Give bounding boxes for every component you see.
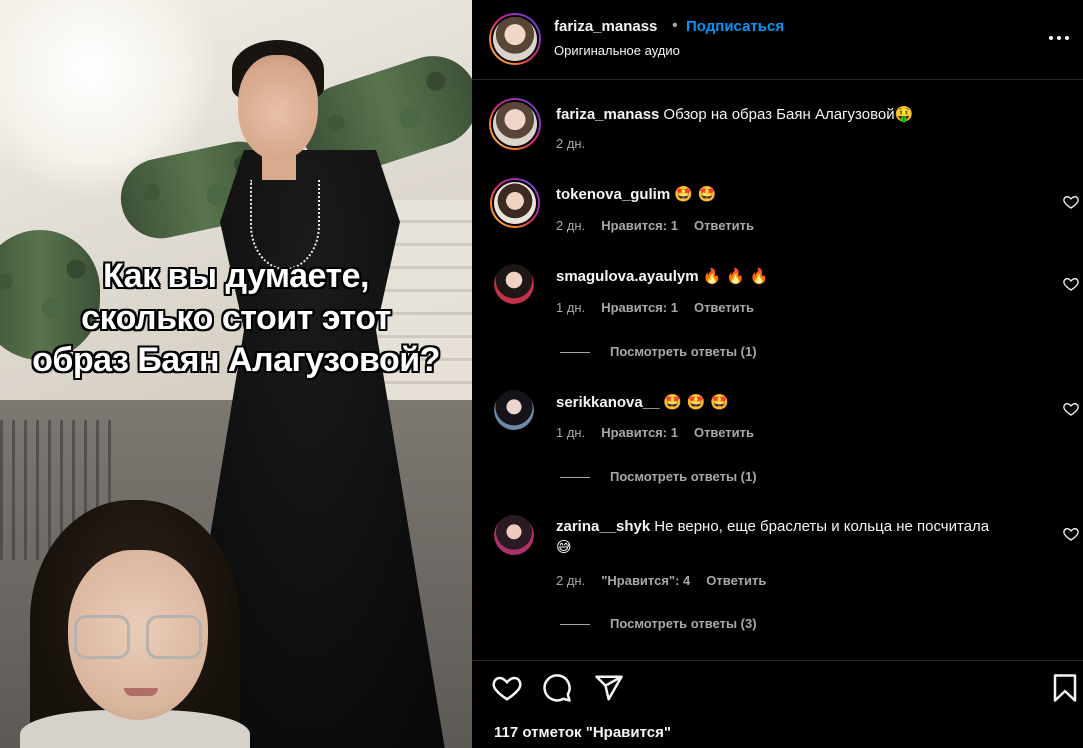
post-media[interactable]: Как вы думаете, сколько стоит этот образ… (0, 0, 472, 748)
caption-emoji: 🤑 (894, 105, 914, 123)
view-replies-button[interactable]: Посмотреть ответы (1) (560, 469, 757, 484)
comment-text: 🤩 🤩 🤩 (663, 393, 729, 411)
author-avatar[interactable] (489, 98, 541, 150)
comment-text: 🔥 🔥 🔥 (702, 267, 769, 285)
comment-likes[interactable]: Нравится: 1 (601, 425, 678, 440)
like-comment-icon[interactable] (1063, 276, 1079, 292)
view-replies-button[interactable]: Посмотреть ответы (1) (560, 344, 757, 359)
audio-label[interactable]: Оригинальное аудио (554, 43, 680, 58)
follow-button[interactable]: Подписаться (686, 18, 784, 35)
author-username[interactable]: fariza_manass (554, 18, 657, 35)
overlay-caption-line: Как вы думаете, (103, 257, 369, 295)
comment-username[interactable]: zarina__shyk (556, 518, 650, 535)
replies-dash (560, 477, 590, 479)
comment-emoji: 😅 (556, 538, 572, 556)
commenter-avatar[interactable] (494, 390, 534, 430)
heart-icon[interactable] (492, 673, 522, 703)
reply-button[interactable]: Ответить (694, 218, 754, 233)
likes-count[interactable]: 117 отметок "Нравится" (494, 724, 671, 741)
comment-icon[interactable] (542, 673, 572, 703)
replies-dash (560, 624, 590, 626)
glasses-left-lens (74, 615, 130, 659)
view-replies-button[interactable]: Посмотреть ответы (3) (560, 616, 757, 631)
post-header: fariza_manass • Подписаться Оригинальное… (472, 0, 1083, 80)
post-side-panel: fariza_manass • Подписаться Оригинальное… (472, 0, 1083, 748)
caption-time: 2 дн. (556, 136, 586, 151)
overlay-caption-line: сколько стоит этот (81, 299, 391, 337)
woman-face (238, 55, 318, 160)
comment-time: 2 дн. (556, 573, 586, 588)
more-horizontal-icon[interactable] (1047, 28, 1071, 48)
author-avatar[interactable] (489, 13, 541, 65)
reply-button[interactable]: Ответить (694, 300, 754, 315)
comment-username[interactable]: serikkanova__ (556, 394, 659, 411)
comment-likes[interactable]: "Нравится": 4 (601, 573, 690, 588)
commenter-avatar[interactable] (494, 264, 534, 304)
share-icon[interactable] (594, 673, 624, 703)
reply-button[interactable]: Ответить (694, 425, 754, 440)
like-comment-icon[interactable] (1063, 401, 1079, 417)
caption-text: Обзор на образ Баян Алагузовой (663, 106, 895, 123)
overlay-caption-line: образ Баян Алагузовой? (32, 341, 440, 379)
comment-username[interactable]: tokenova_gulim (556, 186, 670, 203)
reactor-person (20, 490, 250, 748)
comment-likes[interactable]: Нравится: 1 (601, 300, 678, 315)
replies-dash (560, 352, 590, 354)
comment-text: Не верно, еще браслеты и кольца не посчи… (654, 518, 990, 535)
post-actions-bar (472, 660, 1083, 715)
like-comment-icon[interactable] (1063, 194, 1079, 210)
caption-username[interactable]: fariza_manass (556, 106, 659, 123)
reactor-mouth (124, 688, 158, 696)
bookmark-icon[interactable] (1050, 673, 1080, 703)
separator-dot: • (672, 17, 678, 34)
comment-likes[interactable]: Нравится: 1 (601, 218, 678, 233)
comment-text: 🤩 🤩 (674, 185, 717, 203)
reply-button[interactable]: Ответить (706, 573, 766, 588)
comment-time: 1 дн. (556, 300, 586, 315)
comment-username[interactable]: smagulova.ayaulym (556, 268, 699, 285)
commenter-avatar[interactable] (490, 178, 540, 228)
glasses-right-lens (146, 615, 202, 659)
comment-time: 2 дн. (556, 218, 586, 233)
comment-time: 1 дн. (556, 425, 586, 440)
like-comment-icon[interactable] (1063, 526, 1079, 542)
commenter-avatar[interactable] (494, 515, 534, 555)
